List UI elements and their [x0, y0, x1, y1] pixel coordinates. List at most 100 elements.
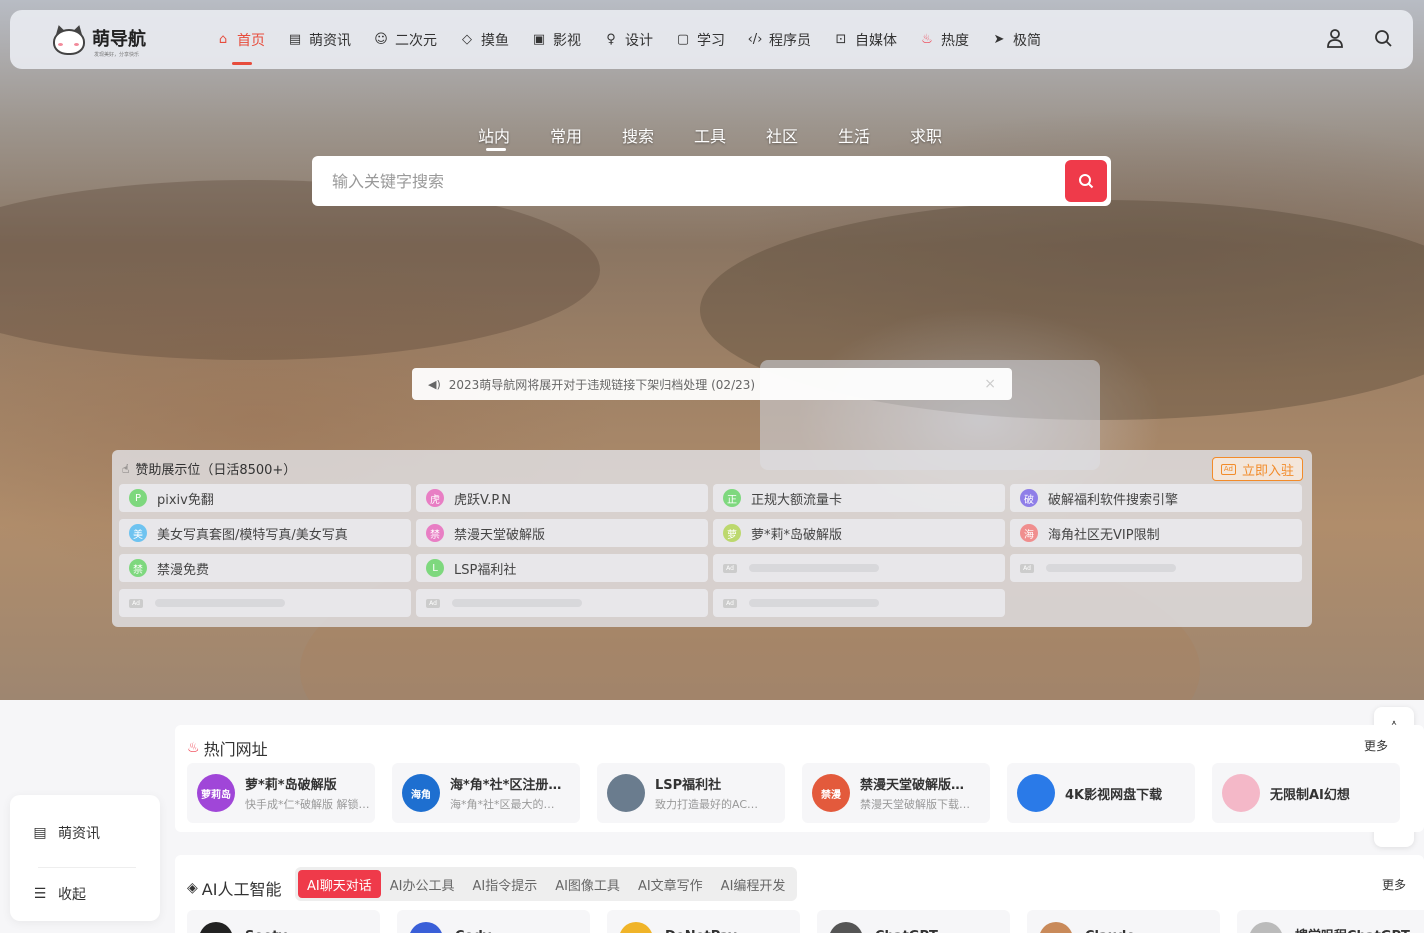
- nav-item-minimal[interactable]: ➤ 极简: [991, 10, 1041, 69]
- sponsor-link[interactable]: 禁禁漫免费: [119, 554, 411, 582]
- site-name: 萌导航: [92, 29, 146, 50]
- search-tab-search[interactable]: 搜索: [622, 123, 694, 147]
- sponsor-empty-slot[interactable]: Ad: [416, 589, 708, 617]
- tool-title: DoNotPay: [665, 929, 737, 933]
- placeholder-bar: [749, 564, 879, 572]
- search-tab-tools[interactable]: 工具: [694, 123, 766, 147]
- hot-site-card[interactable]: 禁漫 禁漫天堂破解版… 禁漫天堂破解版下载…: [802, 763, 990, 823]
- book-icon: ▢: [676, 32, 690, 47]
- site-logo[interactable]: 萌导航 发现美好，分享快乐: [50, 23, 146, 58]
- ai-tool-card[interactable]: ChatGPT: [817, 910, 1010, 933]
- sidebar-collapse[interactable]: ☰ 收起: [32, 884, 86, 904]
- placeholder-bar: [1046, 564, 1176, 572]
- hot-site-card[interactable]: 4K影视网盘下载: [1007, 763, 1195, 823]
- user-icon[interactable]: [1325, 28, 1345, 48]
- search-tab-community[interactable]: 社区: [766, 123, 838, 147]
- sponsor-link[interactable]: 禁禁漫天堂破解版: [416, 519, 708, 547]
- hot-site-card[interactable]: 海角 海*角*社*区注册… 海*角*社*区最大的…: [392, 763, 580, 823]
- ai-tab[interactable]: AI指令提示: [463, 870, 546, 898]
- sponsor-link[interactable]: 海海角社区无VIP限制: [1010, 519, 1302, 547]
- site-desc: 海*角*社*区最大的…: [450, 798, 555, 811]
- ai-tab[interactable]: AI办公工具: [381, 870, 464, 898]
- nav-item-home[interactable]: ⌂ 首页: [215, 10, 265, 69]
- nav-item-media[interactable]: ⊡ 自媒体: [833, 10, 897, 69]
- nav-item-slack[interactable]: ◇ 摸鱼: [459, 10, 509, 69]
- sponsor-link[interactable]: 正正规大额流量卡: [713, 484, 1005, 512]
- ai-tool-card[interactable]: DoNotPay: [607, 910, 800, 933]
- site-avatar: [1222, 774, 1260, 812]
- close-icon[interactable]: ×: [984, 376, 996, 392]
- hot-site-card[interactable]: LSP福利社致力打造最好的AC…: [597, 763, 785, 823]
- site-title: 萝*莉*岛破解版: [245, 778, 337, 793]
- sponsor-link[interactable]: L LSP福利社: [416, 554, 708, 582]
- cat-logo-icon: [50, 23, 88, 57]
- hot-card-list: 萝莉岛 萝*莉*岛破解版 快手成*仁*破解版 解锁… 海角 海*角*社*区注册… 海*角*…: [187, 763, 1400, 823]
- search-button[interactable]: [1065, 160, 1107, 202]
- ai-tab[interactable]: AI文章写作: [629, 870, 712, 898]
- join-button[interactable]: Ad 立即入驻: [1211, 457, 1303, 481]
- nav-item-design[interactable]: ♀ 设计: [603, 10, 653, 69]
- site-avatar: [607, 774, 645, 812]
- sponsor-link[interactable]: 美美女写真套图/模特写真/美女写真: [119, 519, 411, 547]
- sponsor-title: 赞助展示位（日活8500+）: [135, 463, 297, 478]
- ai-tool-card[interactable]: Cody: [397, 910, 590, 933]
- ai-section: ◈ AI人工智能 AI聊天对话 AI办公工具 AI指令提示 AI图像工具 AI文章写作 AI…: [175, 855, 1424, 933]
- ai-tab[interactable]: AI图像工具: [546, 870, 629, 898]
- fire-icon: ♨: [187, 740, 200, 756]
- sponsor-label: 禁漫免费: [157, 562, 210, 578]
- sponsor-empty-slot[interactable]: Ad: [1010, 554, 1302, 582]
- announcement-bar[interactable]: ◀) 2023萌导航网将展开对于违规链接下架归档处理 (02/23) ×: [412, 368, 1012, 400]
- search-input[interactable]: [312, 171, 1065, 191]
- search-tab-jobs[interactable]: 求职: [910, 123, 982, 147]
- sponsor-link[interactable]: 虎虎跃V.P.N: [416, 484, 708, 512]
- hot-site-card[interactable]: 萝莉岛 萝*莉*岛破解版 快手成*仁*破解版 解锁…: [187, 763, 375, 823]
- tool-avatar: [1249, 922, 1283, 933]
- home-icon: ⌂: [218, 32, 228, 47]
- search-tab-common[interactable]: 常用: [550, 123, 622, 147]
- nav-item-anime[interactable]: ☺ 二次元: [373, 10, 437, 69]
- tool-title: Cody: [455, 929, 491, 933]
- sponsor-link[interactable]: 破破解福利软件搜索引擎: [1010, 484, 1302, 512]
- nav-item-hot[interactable]: ♨ 热度: [919, 10, 969, 69]
- ai-tool-card[interactable]: Sooty: [187, 910, 380, 933]
- nav-item-video[interactable]: ▣ 影视: [531, 10, 581, 69]
- media-icon: ⊡: [835, 32, 847, 47]
- more-link[interactable]: 更多: [1382, 876, 1406, 893]
- search-tab-life[interactable]: 生活: [838, 123, 910, 147]
- section-title: 热门网址: [203, 740, 268, 759]
- tool-avatar: [619, 922, 653, 933]
- tag-icon: ◇: [462, 32, 472, 47]
- site-title: 无限制AI幻想: [1270, 787, 1350, 803]
- left-sidebar: ▤ 萌资讯 ☰ 收起: [10, 795, 160, 921]
- nav-item-news[interactable]: ▤ 萌资讯: [287, 10, 351, 69]
- hot-site-card[interactable]: 无限制AI幻想: [1212, 763, 1400, 823]
- ad-icon: Ad: [426, 598, 440, 608]
- sponsor-empty-slot[interactable]: Ad: [119, 589, 411, 617]
- search-box: [312, 156, 1111, 206]
- announcement-text: 2023萌导航网将展开对于违规链接下架归档处理 (02/23): [448, 377, 756, 392]
- sponsor-link[interactable]: 萝萝*莉*岛破解版: [713, 519, 1005, 547]
- site-slogan: 发现美好，分享快乐: [94, 52, 140, 58]
- sidebar-item-news[interactable]: ▤ 萌资讯: [32, 823, 100, 843]
- sponsor-empty-slot[interactable]: Ad: [713, 554, 1005, 582]
- site-title: LSP福利社: [655, 778, 722, 793]
- ai-tool-card[interactable]: 搜学咀程ChatGPT: [1237, 910, 1424, 933]
- site-desc: 致力打造最好的AC…: [655, 798, 759, 811]
- ai-tab[interactable]: AI编程开发: [712, 870, 795, 898]
- sponsor-link[interactable]: Ppixiv免翻: [119, 484, 411, 512]
- search-tabs: 站内 常用 搜索 工具 社区 生活 求职: [478, 123, 982, 151]
- badge-icon: L: [426, 559, 444, 577]
- tool-title: ChatGPT: [875, 929, 938, 933]
- ai-tool-card[interactable]: Claude: [1027, 910, 1220, 933]
- nav-item-study[interactable]: ▢ 学习: [675, 10, 725, 69]
- send-icon: ➤: [993, 32, 1005, 47]
- nav-item-programmer[interactable]: ‹/› 程序员: [747, 10, 811, 69]
- sponsor-empty-slot[interactable]: Ad: [713, 589, 1005, 617]
- sponsor-label: 禁漫天堂破解版: [454, 527, 546, 543]
- search-icon: [1079, 174, 1094, 189]
- more-link[interactable]: 更多: [1364, 737, 1388, 754]
- search-icon[interactable]: [1373, 28, 1393, 48]
- search-tab-site[interactable]: 站内: [478, 123, 550, 151]
- ai-tab[interactable]: AI聊天对话: [298, 870, 381, 898]
- hot-sites-section: ♨ 热门网址 更多 萝莉岛 萝*莉*岛破解版 快手成*仁*破解版 解锁… 海角 海*角*社…: [175, 725, 1424, 832]
